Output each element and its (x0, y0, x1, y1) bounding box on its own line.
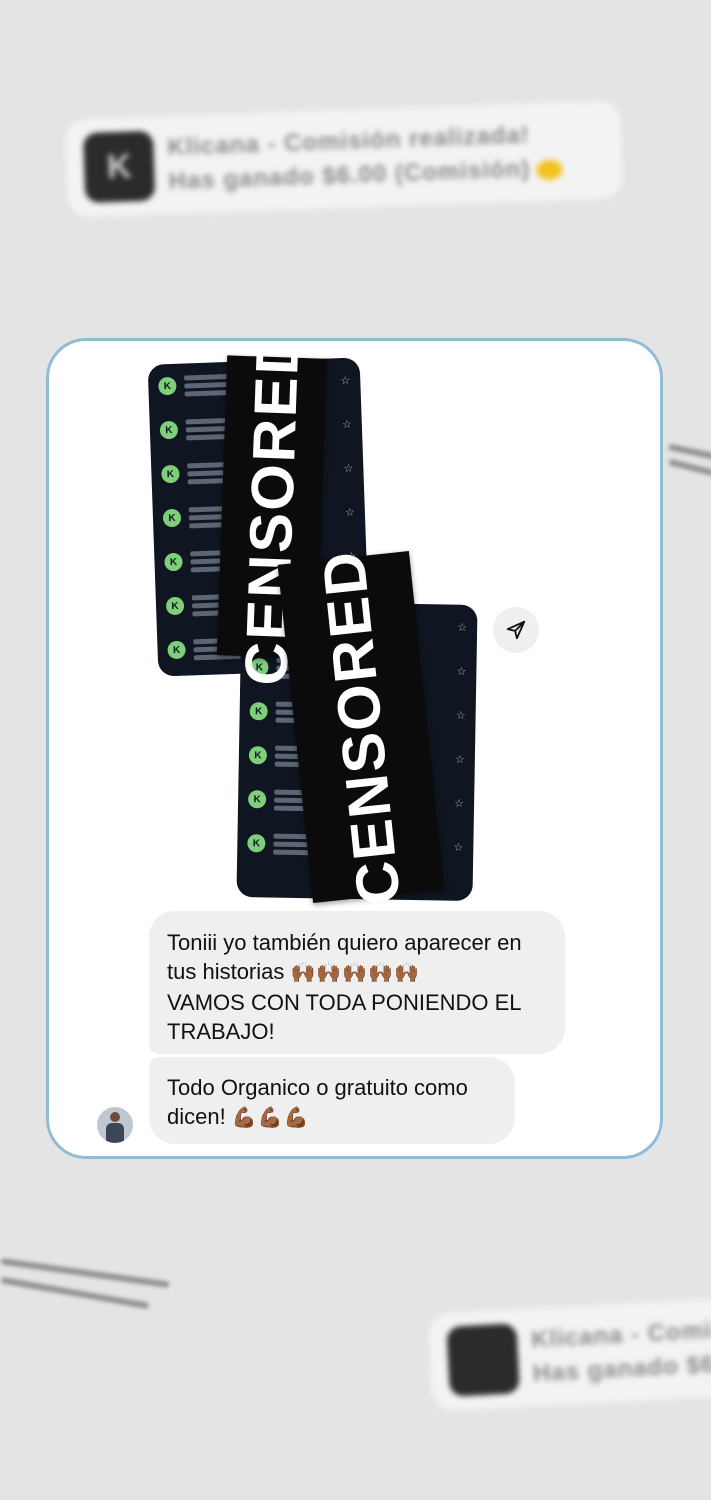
sender-avatar-icon: K (249, 702, 268, 721)
raised-hands-emoji-icon: 🙌🏾🙌🏾🙌🏾🙌🏾🙌🏾 (290, 962, 421, 984)
sender-avatar-icon: K (248, 746, 268, 765)
star-icon: ☆ (456, 665, 467, 678)
notification-title: Klicana - Comisión realizada! (530, 1308, 711, 1354)
sender-avatar-icon: K (162, 508, 182, 528)
sender-avatar-icon: K (161, 464, 180, 484)
star-icon: ☆ (343, 462, 354, 475)
message-line: Toniii yo también quiero aparecer en (167, 930, 522, 955)
sender-avatar-icon: K (159, 420, 179, 440)
censor-label: CENSORED (309, 546, 413, 908)
message-bubble[interactable]: Toniii yo también quiero aparecer en tus… (149, 911, 565, 1054)
sender-avatar-icon: K (247, 790, 267, 809)
avatar[interactable] (97, 1107, 133, 1143)
sender-avatar-icon: K (165, 596, 185, 616)
sender-avatar-icon: K (158, 376, 177, 396)
star-icon: ☆ (457, 621, 468, 634)
message-line: Todo Organico o gratuito como (167, 1075, 468, 1100)
star-icon: ☆ (453, 841, 464, 854)
app-logo-icon (446, 1323, 520, 1397)
blurred-notification-text: Klicana - Comisión realizada! Has ganado… (530, 1308, 711, 1389)
avatar-head (110, 1112, 120, 1122)
sender-avatar-icon: K (167, 640, 186, 660)
flexed-biceps-emoji-icon: 💪🏾💪🏾💪🏾 (231, 1107, 310, 1129)
emoji-dot-icon (535, 159, 563, 180)
notification-body: Has ganado $6.00 (Comisión) (168, 155, 531, 196)
sender-avatar-icon: K (164, 552, 183, 572)
send-icon (506, 620, 526, 640)
blurred-notification-bottom: Klicana - Comisión realizada! Has ganado… (427, 1296, 711, 1412)
app-logo-icon: K (82, 130, 156, 204)
star-icon: ☆ (454, 797, 465, 810)
share-button[interactable] (493, 607, 539, 653)
star-icon: ☆ (455, 709, 466, 722)
sender-avatar-icon: K (247, 834, 266, 853)
blurred-notification-text: Klicana - Comisión realizada! Has ganado… (167, 120, 563, 196)
message-bubble[interactable]: Todo Organico o gratuito como dicen! 💪🏾💪… (149, 1057, 515, 1144)
message-line: TRABAJO! (167, 1019, 275, 1044)
star-icon: ☆ (340, 374, 351, 387)
message-line: tus historias (167, 959, 285, 984)
message-line: VAMOS CON TODA PONIENDO EL (167, 990, 522, 1015)
star-icon: ☆ (454, 753, 465, 766)
message-line: dicen! (167, 1104, 226, 1129)
star-icon: ☆ (341, 418, 353, 431)
avatar-body (106, 1123, 124, 1143)
message-card: K☆K☆K☆K☆K☆K☆K☆ K☆K☆K☆K☆K☆K☆ CENSORED CEN… (46, 338, 663, 1159)
blurred-notification-top: K Klicana - Comisión realizada! Has gana… (64, 100, 624, 218)
blurred-streak (668, 458, 711, 480)
star-icon: ☆ (344, 506, 356, 519)
